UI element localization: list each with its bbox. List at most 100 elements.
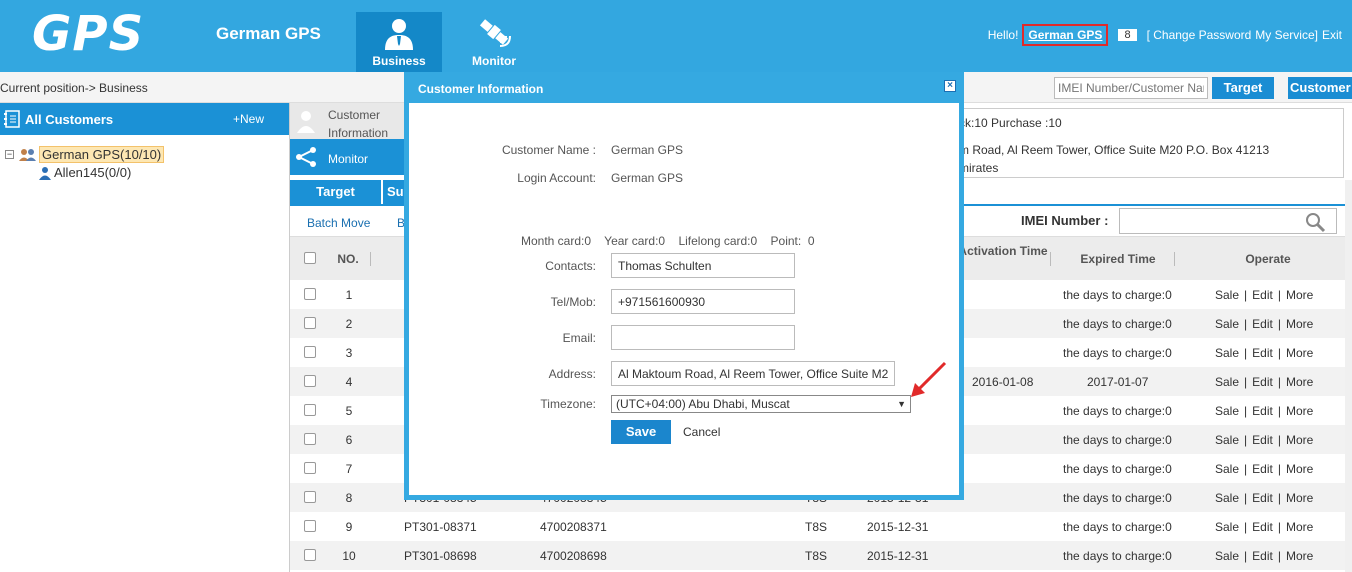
- edit-link[interactable]: Edit: [1252, 520, 1273, 534]
- separator: |: [1277, 491, 1281, 505]
- nav-monitor-button[interactable]: Monitor: [451, 12, 537, 72]
- separator: |: [1244, 317, 1248, 331]
- edit-link[interactable]: Edit: [1252, 346, 1273, 360]
- login-account-value: German GPS: [611, 171, 684, 185]
- timezone-label: Timezone:: [540, 397, 596, 411]
- user-name-link[interactable]: German GPS: [1022, 24, 1109, 46]
- tab-monitor-label: Monitor: [328, 152, 369, 166]
- tel-mob-input[interactable]: [611, 289, 795, 314]
- tab-target[interactable]: Target: [290, 180, 381, 204]
- more-link[interactable]: More: [1286, 404, 1313, 418]
- row-checkbox[interactable]: [304, 317, 316, 329]
- more-link[interactable]: More: [1286, 520, 1313, 534]
- imei-filter-label: IMEI Number :: [1021, 213, 1109, 228]
- person-icon: [297, 111, 315, 133]
- save-button[interactable]: Save: [611, 420, 671, 444]
- tree-node-label[interactable]: German GPS(10/10): [39, 146, 165, 163]
- tab-monitor[interactable]: Monitor: [290, 139, 404, 175]
- edit-link[interactable]: Edit: [1252, 462, 1273, 476]
- sale-link[interactable]: Sale: [1215, 375, 1239, 389]
- message-count-badge[interactable]: 8: [1118, 29, 1137, 41]
- separator: |: [1244, 462, 1248, 476]
- more-link[interactable]: More: [1286, 346, 1313, 360]
- separator: |: [1244, 404, 1248, 418]
- sale-link[interactable]: Sale: [1215, 288, 1239, 302]
- separator: |: [1244, 433, 1248, 447]
- separator: |: [1277, 346, 1281, 360]
- row-checkbox[interactable]: [304, 462, 316, 474]
- more-link[interactable]: More: [1286, 491, 1313, 505]
- my-service-link[interactable]: My Service]: [1255, 28, 1318, 42]
- timezone-select[interactable]: (UTC+04:00) Abu Dhabi, Muscat ▼: [611, 395, 911, 413]
- tree-node-label[interactable]: Allen145(0/0): [54, 165, 131, 180]
- sale-link[interactable]: Sale: [1215, 317, 1239, 331]
- tree-node-root[interactable]: − German GPS(10/10): [5, 146, 165, 163]
- edit-link[interactable]: Edit: [1252, 375, 1273, 389]
- close-icon[interactable]: ×: [944, 80, 956, 92]
- separator: |: [1277, 317, 1281, 331]
- contacts-row: Contacts:: [409, 253, 959, 278]
- customer-search-button[interactable]: Customer: [1288, 77, 1352, 99]
- sale-link[interactable]: Sale: [1215, 346, 1239, 360]
- row-days-to-charge: the days to charge:0: [1063, 491, 1172, 505]
- row-checkbox[interactable]: [304, 404, 316, 416]
- row-checkbox[interactable]: [304, 549, 316, 561]
- row-checkbox[interactable]: [304, 346, 316, 358]
- sale-link[interactable]: Sale: [1215, 433, 1239, 447]
- dialog-title: Customer Information: [418, 82, 544, 96]
- dropdown-arrow-icon: ▼: [897, 399, 906, 409]
- edit-link[interactable]: Edit: [1252, 317, 1273, 331]
- more-link[interactable]: More: [1286, 288, 1313, 302]
- cancel-button[interactable]: Cancel: [683, 425, 720, 439]
- contacts-input[interactable]: [611, 253, 795, 278]
- address-input[interactable]: [611, 361, 895, 386]
- sale-link[interactable]: Sale: [1215, 491, 1239, 505]
- sale-link[interactable]: Sale: [1215, 520, 1239, 534]
- email-row: Email:: [409, 325, 959, 350]
- sale-link[interactable]: Sale: [1215, 549, 1239, 563]
- search-icon[interactable]: [1303, 211, 1327, 233]
- row-number: 8: [345, 491, 353, 505]
- exit-link[interactable]: Exit: [1322, 28, 1342, 42]
- email-input[interactable]: [611, 325, 795, 350]
- page-scrollbar[interactable]: [1345, 180, 1352, 572]
- more-link[interactable]: More: [1286, 375, 1313, 389]
- customer-tree-panel: All Customers +New − German GPS(10/10) A…: [0, 103, 290, 572]
- edit-link[interactable]: Edit: [1252, 433, 1273, 447]
- imei-customer-search-input[interactable]: [1054, 77, 1208, 99]
- target-search-button[interactable]: Target: [1212, 77, 1274, 99]
- sale-link[interactable]: Sale: [1215, 462, 1239, 476]
- edit-link[interactable]: Edit: [1252, 549, 1273, 563]
- row-checkbox[interactable]: [304, 491, 316, 503]
- tab-sub[interactable]: Su: [383, 180, 404, 204]
- row-operate: Sale | Edit | More: [1215, 404, 1313, 418]
- edit-link[interactable]: Edit: [1252, 491, 1273, 505]
- more-link[interactable]: More: [1286, 317, 1313, 331]
- row-checkbox[interactable]: [304, 375, 316, 387]
- row-operate: Sale | Edit | More: [1215, 346, 1313, 360]
- select-all-checkbox[interactable]: [304, 252, 316, 264]
- collapse-toggle-icon[interactable]: −: [5, 150, 14, 159]
- change-password-link[interactable]: [ Change Password: [1147, 28, 1252, 42]
- tab-customer-information[interactable]: Customer Information: [290, 103, 404, 140]
- greeting-text: Hello!: [987, 28, 1019, 42]
- batch-move-link[interactable]: Batch Move: [307, 216, 370, 230]
- row-checkbox[interactable]: [304, 433, 316, 445]
- more-link[interactable]: More: [1286, 462, 1313, 476]
- sale-link[interactable]: Sale: [1215, 404, 1239, 418]
- row-checkbox[interactable]: [304, 520, 316, 532]
- row-imei: 4700208698: [540, 549, 607, 563]
- new-customer-button[interactable]: +New: [233, 112, 264, 126]
- row-number: 5: [345, 404, 353, 418]
- tree-node-child[interactable]: Allen145(0/0): [38, 165, 131, 180]
- edit-link[interactable]: Edit: [1252, 404, 1273, 418]
- address-text-line2: mirates: [959, 161, 999, 175]
- row-operate: Sale | Edit | More: [1215, 288, 1313, 302]
- more-link[interactable]: More: [1286, 549, 1313, 563]
- row-days-to-charge: the days to charge:0: [1063, 549, 1172, 563]
- separator: |: [1277, 288, 1281, 302]
- nav-business-button[interactable]: Business: [356, 12, 442, 72]
- edit-link[interactable]: Edit: [1252, 288, 1273, 302]
- more-link[interactable]: More: [1286, 433, 1313, 447]
- row-checkbox[interactable]: [304, 288, 316, 300]
